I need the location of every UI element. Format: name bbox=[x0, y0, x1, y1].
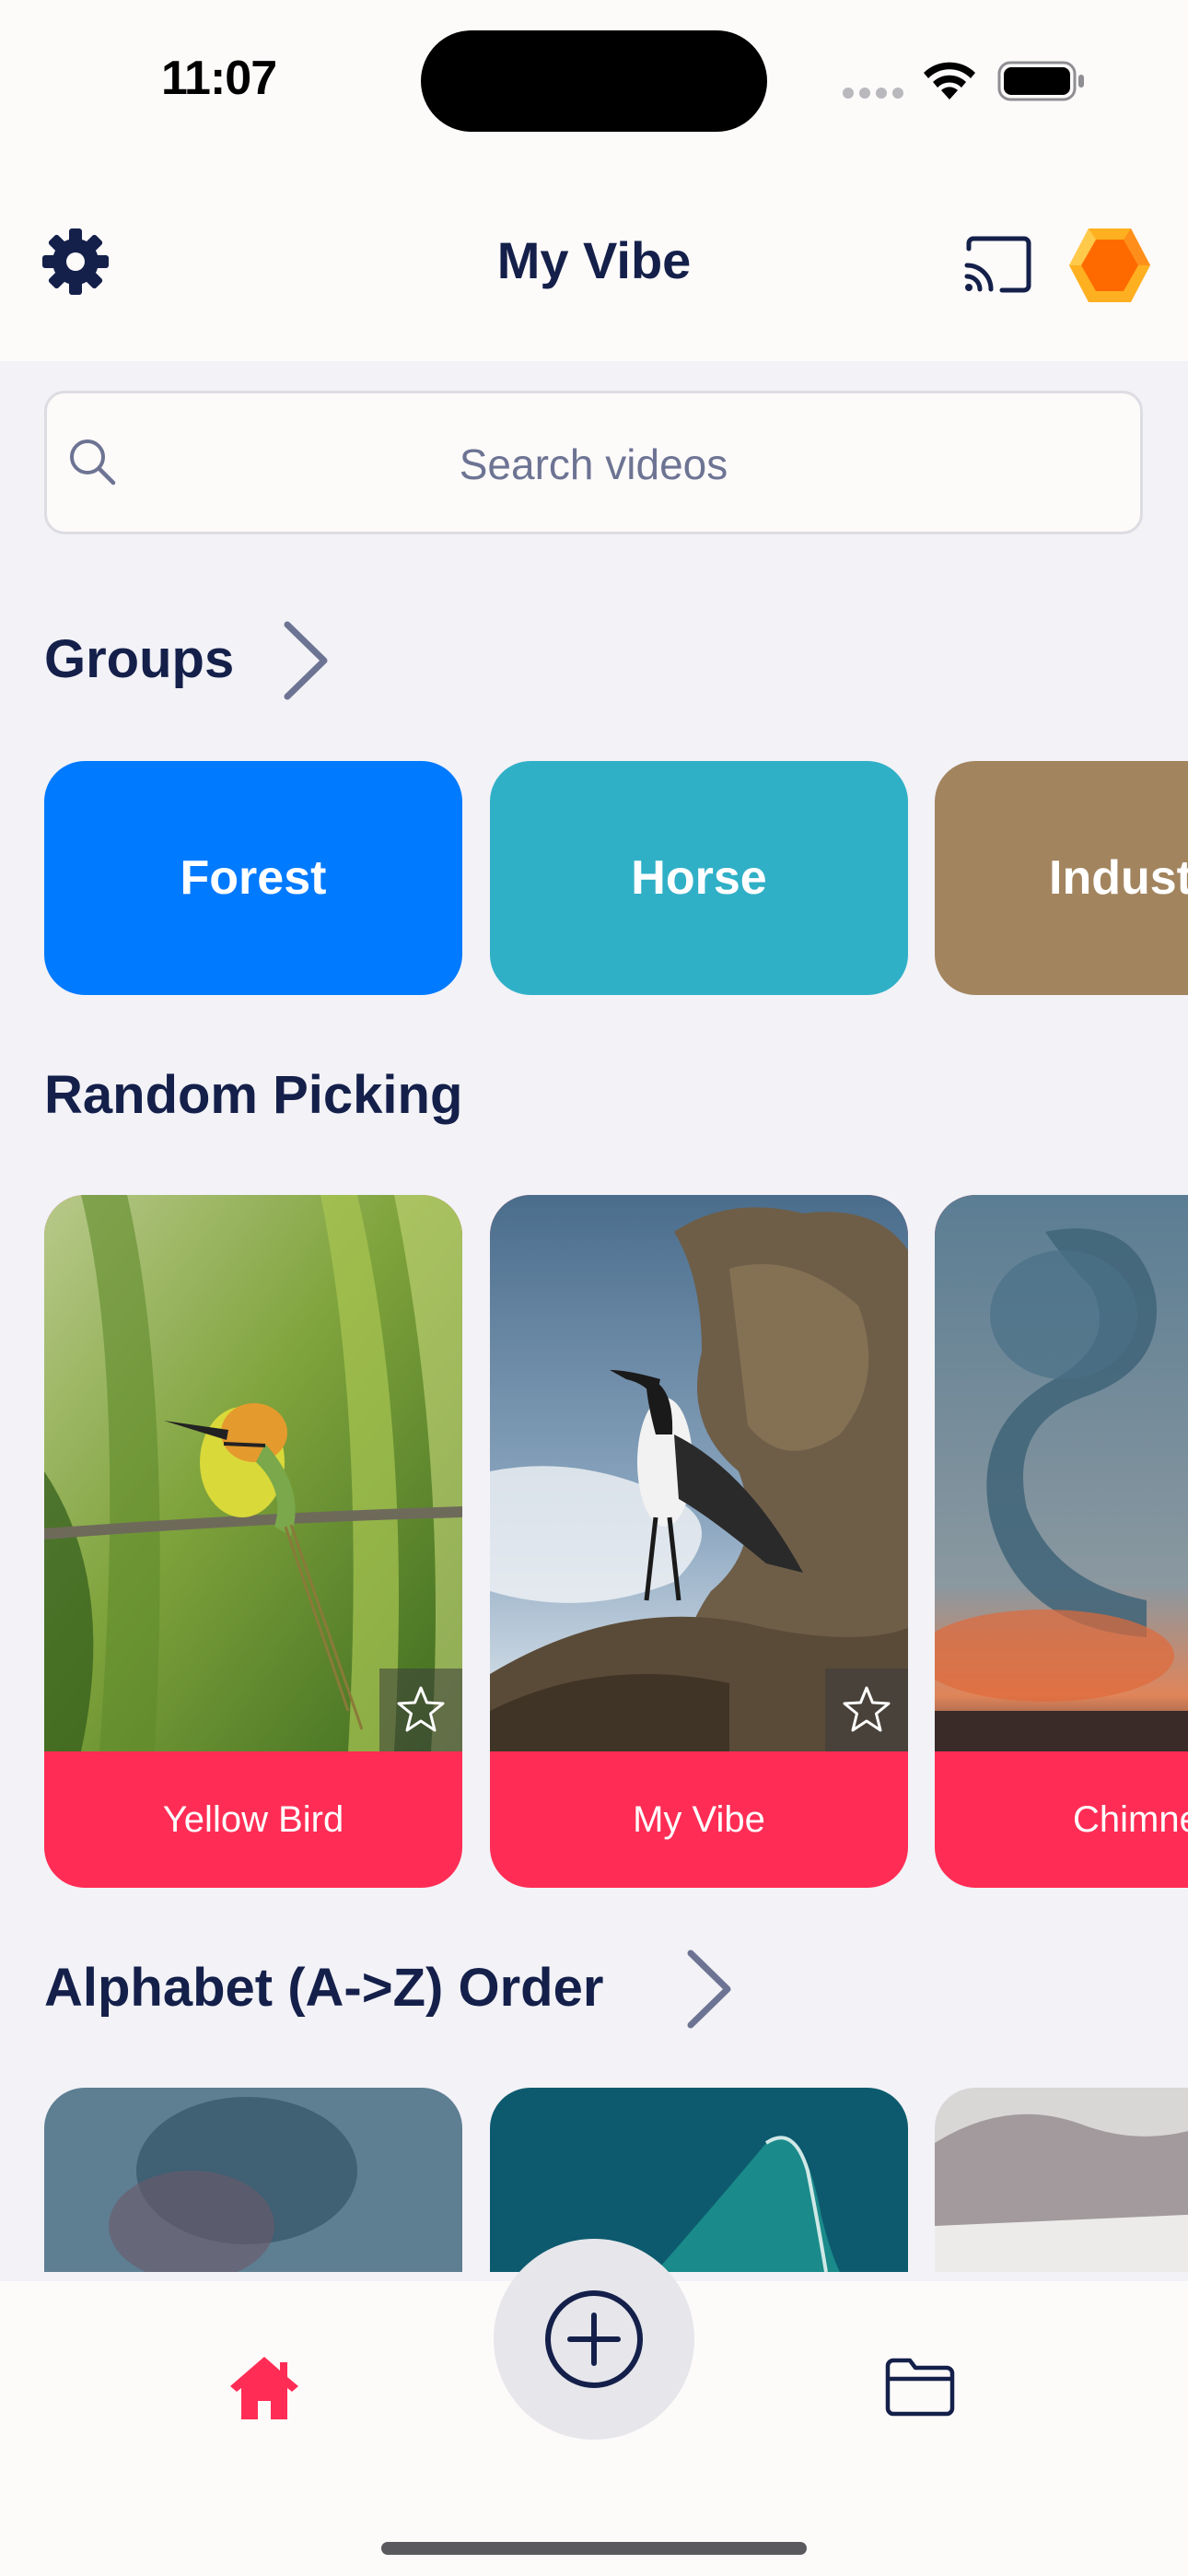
hexagon-gem-icon[interactable] bbox=[1068, 227, 1151, 304]
groups-section-title[interactable]: Groups bbox=[44, 628, 234, 690]
video-card-alpha-2[interactable] bbox=[490, 2088, 908, 2272]
group-card-horse[interactable]: Horse bbox=[490, 761, 908, 995]
chevron-right-icon[interactable] bbox=[278, 619, 333, 702]
status-bar: 11:07 bbox=[0, 0, 1188, 157]
home-indicator bbox=[381, 2542, 807, 2555]
search-placeholder: Search videos bbox=[459, 440, 728, 488]
star-icon bbox=[397, 1686, 445, 1732]
plus-circle-icon bbox=[545, 2290, 643, 2388]
favorite-button[interactable] bbox=[825, 1669, 908, 1751]
video-card-alpha-3[interactable] bbox=[935, 2088, 1188, 2272]
dynamic-island bbox=[421, 30, 767, 132]
header: My Vibe bbox=[0, 157, 1188, 361]
random-picking-section-title: Random Picking bbox=[44, 1065, 463, 1125]
video-title: Yellow Bird bbox=[162, 1798, 344, 1840]
video-card-yellow-bird[interactable]: Yellow Bird bbox=[44, 1195, 462, 1888]
house-icon[interactable] bbox=[227, 2353, 302, 2423]
video-card-chimney[interactable]: Chimne bbox=[935, 1195, 1188, 1888]
video-title: My Vibe bbox=[633, 1798, 765, 1840]
video-card-my-vibe[interactable]: My Vibe bbox=[490, 1195, 908, 1888]
folder-icon[interactable] bbox=[884, 2357, 956, 2418]
group-card-industrial[interactable]: Indust bbox=[935, 761, 1188, 995]
alphabet-order-section-title[interactable]: Alphabet (A->Z) Order bbox=[44, 1957, 603, 2019]
favorite-button[interactable] bbox=[379, 1669, 462, 1751]
video-thumbnail bbox=[935, 1195, 1188, 1751]
group-card-forest[interactable]: Forest bbox=[44, 761, 462, 995]
add-video-button[interactable] bbox=[494, 2239, 694, 2440]
search-input[interactable]: Search videos bbox=[44, 391, 1143, 534]
video-card-alpha-1[interactable] bbox=[44, 2088, 462, 2272]
chevron-right-icon[interactable] bbox=[681, 1948, 737, 2031]
status-time: 11:07 bbox=[161, 52, 277, 105]
cellular-signal-icon bbox=[843, 88, 905, 100]
battery-icon bbox=[997, 61, 1084, 101]
video-title: Chimne bbox=[1073, 1798, 1188, 1840]
wifi-icon bbox=[924, 62, 975, 100]
cast-icon[interactable] bbox=[963, 236, 1031, 293]
star-icon bbox=[843, 1686, 891, 1732]
